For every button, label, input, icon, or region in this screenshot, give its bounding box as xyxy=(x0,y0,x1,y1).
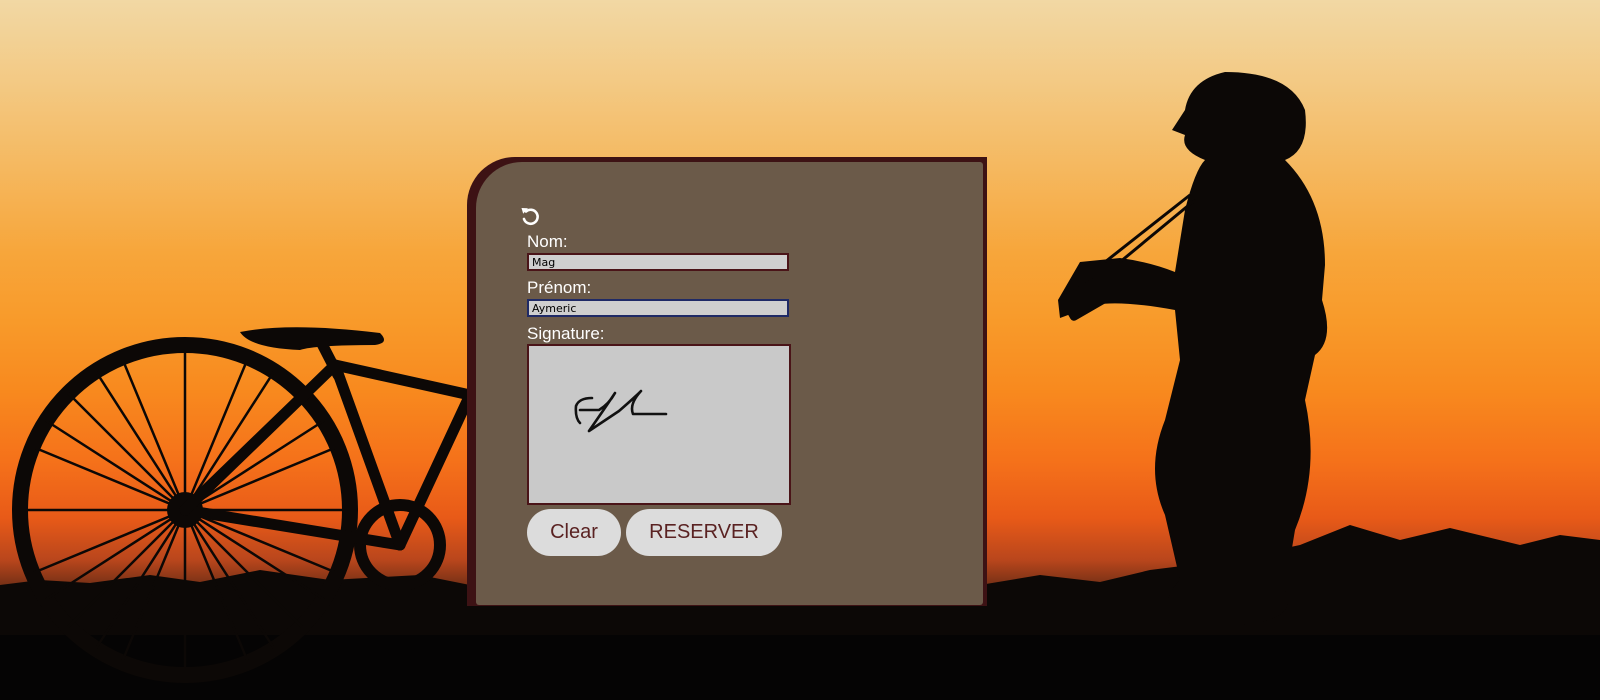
nom-input[interactable] xyxy=(527,253,789,271)
signature-pad[interactable] xyxy=(527,344,791,505)
nom-label: Nom: xyxy=(527,232,568,251)
reserve-button[interactable]: RESERVER xyxy=(626,509,782,556)
signature-label: Signature: xyxy=(527,324,605,343)
undo-icon[interactable] xyxy=(519,205,541,227)
prenom-input[interactable] xyxy=(527,299,789,317)
page: Nom: Prénom: Signature: Clear RESERVER xyxy=(0,0,1600,700)
photographer-silhouette xyxy=(1058,72,1328,625)
bicycle-saddle xyxy=(240,327,384,350)
clear-button[interactable]: Clear xyxy=(527,509,621,556)
signature-stroke xyxy=(574,389,668,433)
prenom-label: Prénom: xyxy=(527,278,592,297)
